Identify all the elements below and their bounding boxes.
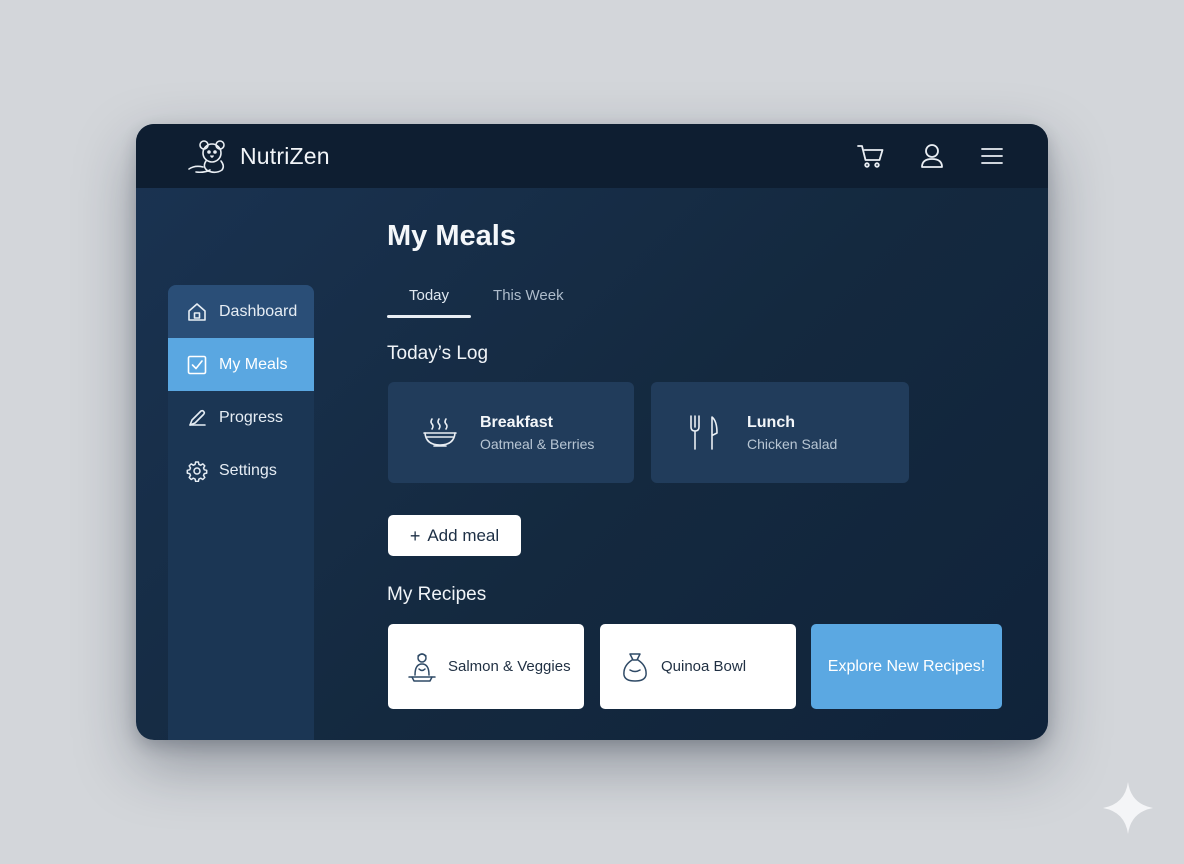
home-icon [188,302,206,321]
pen-icon [189,409,206,426]
checkbox-icon [187,355,207,374]
tab-bar: Today This Week [387,284,586,318]
recipe-label: Salmon & Veggies [448,658,571,675]
my-recipes-heading: My Recipes [387,584,487,605]
meal-name: Breakfast [480,413,553,431]
user-icon[interactable] [917,141,947,171]
meal-card-lunch[interactable]: Lunch Chicken Salad [651,382,909,483]
plus-icon: + [409,525,421,546]
meal-name: Lunch [747,413,795,431]
sidebar-item-dashboard[interactable]: Dashboard [168,285,314,338]
sidebar-item-label: Dashboard [219,302,298,320]
explore-recipes-button[interactable]: Explore New Recipes! [811,624,1002,709]
sidebar-item-my-meals[interactable]: My Meals [168,338,314,391]
meal-description: Oatmeal & Berries [480,435,595,452]
recipe-card-salmon-veggies[interactable]: Salmon & Veggies [388,624,584,709]
app-name: NutriZen [240,142,330,169]
tab-today[interactable]: Today [387,284,472,318]
sidebar-item-label: My Meals [219,355,288,373]
top-bar: NutriZen [136,124,1048,188]
app-window: NutriZen Dashboard My Meals Progress Set… [136,124,1048,740]
chef-icon [408,652,436,682]
gear-icon [186,460,208,482]
meal-description: Chicken Salad [747,435,838,452]
sidebar-item-label: Settings [219,461,277,479]
page-title: My Meals [387,220,516,252]
recipe-label: Quinoa Bowl [661,658,747,675]
cart-icon[interactable] [856,141,886,171]
bowl-icon [423,417,457,447]
meal-card-breakfast[interactable]: Breakfast Oatmeal & Berries [388,382,634,483]
todays-log-heading: Today’s Log [387,343,489,364]
sack-icon [623,652,647,682]
add-meal-button[interactable]: + Add meal [388,515,521,556]
brand[interactable]: NutriZen [186,136,330,176]
sparkle-icon [1103,782,1153,834]
koala-logo-icon [188,140,225,174]
recipe-card-quinoa-bowl[interactable]: Quinoa Bowl [600,624,796,709]
sidebar-item-progress[interactable]: Progress [168,391,314,444]
fork-knife-icon [690,414,718,450]
add-meal-label: Add meal [427,525,500,545]
sidebar-item-settings[interactable]: Settings [168,444,314,497]
sidebar-item-label: Progress [219,408,284,426]
menu-icon[interactable] [977,141,1007,171]
sidebar: Dashboard My Meals Progress Settings [168,285,314,740]
tab-this-week[interactable]: This Week [471,284,586,318]
